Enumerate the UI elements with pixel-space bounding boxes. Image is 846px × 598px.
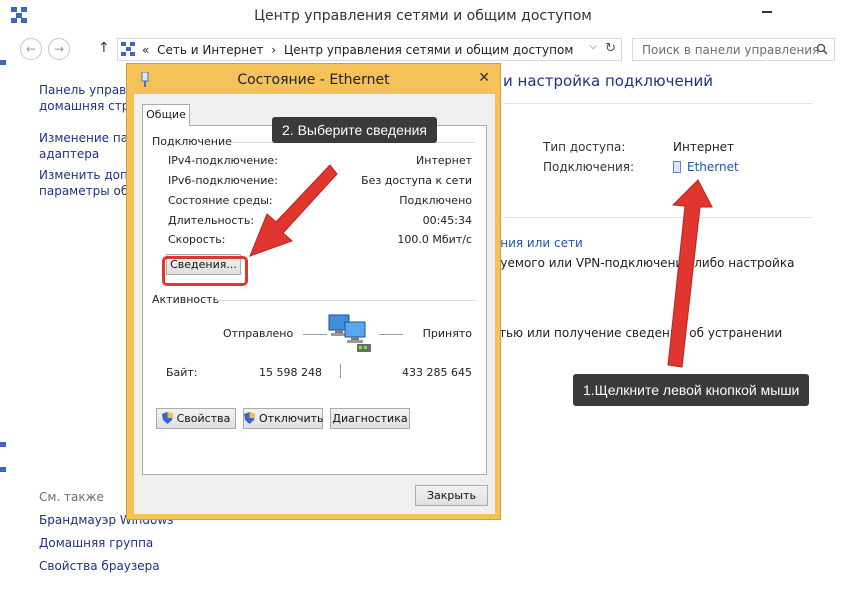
sidebar-item-browser-properties[interactable]: Свойства браузера — [39, 558, 160, 574]
refresh-icon[interactable]: ↻ — [605, 41, 616, 56]
bytes-label: Байт: — [166, 366, 198, 379]
address-dropdown-icon[interactable]: ⌵ — [589, 41, 597, 52]
breadcrumb-separator[interactable]: › — [271, 43, 276, 57]
uac-shield-icon — [244, 412, 255, 424]
bytes-sent-value: 15 598 248 — [259, 366, 322, 379]
network-icon — [0, 467, 6, 472]
ipv6-value: Без доступа к сети — [361, 174, 472, 187]
search-placeholder: Поиск в панели управления — [642, 43, 820, 57]
details-button-highlight — [162, 256, 248, 286]
title-bar: Центр управления сетями и общим доступом — [0, 0, 846, 32]
disable-button[interactable]: Отключить — [243, 408, 324, 429]
properties-button[interactable]: Свойства — [156, 408, 236, 429]
speed-value: 100.0 Мбит/с — [397, 233, 472, 246]
setup-connection-description: ируемого или VPN-подключения либо настро… — [485, 256, 795, 270]
see-also-label: См. также — [39, 490, 104, 504]
breadcrumb-item-network[interactable]: Сеть и Интернет — [157, 43, 263, 57]
activity-group-title: Активность — [152, 293, 220, 306]
back-button[interactable]: ← — [20, 38, 42, 60]
navigation-bar: ← → ↑ « Сеть и Интернет › Центр управлен… — [0, 33, 846, 65]
troubleshoot-description: сетью или получение сведений об устранен… — [485, 326, 783, 340]
access-type-value: Интернет — [673, 140, 735, 154]
bytes-received-value: 433 285 645 — [402, 366, 472, 379]
dialog-client-area: Общие Подключение IPv4-подключение: Инте… — [134, 94, 495, 514]
network-center-icon — [121, 42, 135, 56]
ethernet-plug-icon — [673, 161, 681, 173]
connection-group-title: Подключение — [152, 135, 232, 148]
network-activity-icon — [328, 314, 371, 352]
network-icon — [0, 442, 6, 447]
forward-button[interactable]: → — [48, 38, 70, 60]
sidebar-item-homegroup[interactable]: Домашняя группа — [39, 535, 153, 551]
divider — [503, 103, 813, 104]
uac-shield-icon — [161, 412, 173, 424]
close-button[interactable]: Закрыть — [415, 485, 488, 506]
divider — [503, 217, 813, 218]
step2-callout: 2. Выберите сведения — [272, 117, 437, 143]
group-divider — [215, 300, 475, 301]
connections-label: Подключения: — [543, 160, 635, 174]
minimize-button[interactable] — [753, 0, 781, 22]
tab-general[interactable]: Общие — [142, 104, 190, 126]
network-icon — [0, 60, 6, 65]
ethernet-connection-link[interactable]: Ethernet — [673, 160, 739, 174]
minimize-icon — [762, 11, 772, 13]
window-title: Центр управления сетями и общим доступом — [254, 8, 592, 24]
ipv6-label: IPv6-подключение: — [168, 174, 278, 187]
activity-line-left — [303, 334, 327, 335]
bytes-divider — [340, 364, 341, 378]
media-state-value: Подключено — [399, 194, 472, 207]
media-state-label: Состояние среды: — [168, 194, 273, 207]
speed-label: Скорость: — [168, 233, 226, 246]
dialog-close-icon[interactable]: ✕ — [478, 70, 490, 86]
breadcrumb-item-current[interactable]: Центр управления сетями и общим доступом — [284, 43, 573, 57]
received-label: Принято — [422, 327, 472, 340]
step1-callout: 1.Щелкните левой кнопкой мыши — [573, 374, 810, 406]
ethernet-link-label: Ethernet — [687, 160, 739, 174]
search-icon — [816, 43, 828, 55]
breadcrumb: « Сеть и Интернет › Центр управления сет… — [142, 43, 577, 57]
ipv4-label: IPv4-подключение: — [168, 154, 278, 167]
activity-line-right — [379, 334, 403, 335]
breadcrumb-overflow[interactable]: « — [142, 43, 149, 57]
sent-label: Отправлено — [223, 327, 294, 340]
dialog-title: Состояние - Ethernet — [237, 72, 390, 88]
duration-value: 00:45:34 — [422, 214, 472, 227]
ipv4-value: Интернет — [416, 154, 472, 167]
up-button[interactable]: ↑ — [98, 40, 110, 56]
address-bar[interactable]: « Сеть и Интернет › Центр управления сет… — [117, 38, 622, 61]
general-tab-panel: Подключение IPv4-подключение: Интернет I… — [142, 125, 487, 475]
access-type-label: Тип доступа: — [543, 140, 626, 154]
duration-label: Длительность: — [168, 214, 255, 227]
page-title: и настройка подключений — [503, 72, 713, 90]
search-input[interactable]: Поиск в панели управления — [632, 38, 835, 61]
diagnose-button[interactable]: Диагностика — [330, 408, 410, 429]
